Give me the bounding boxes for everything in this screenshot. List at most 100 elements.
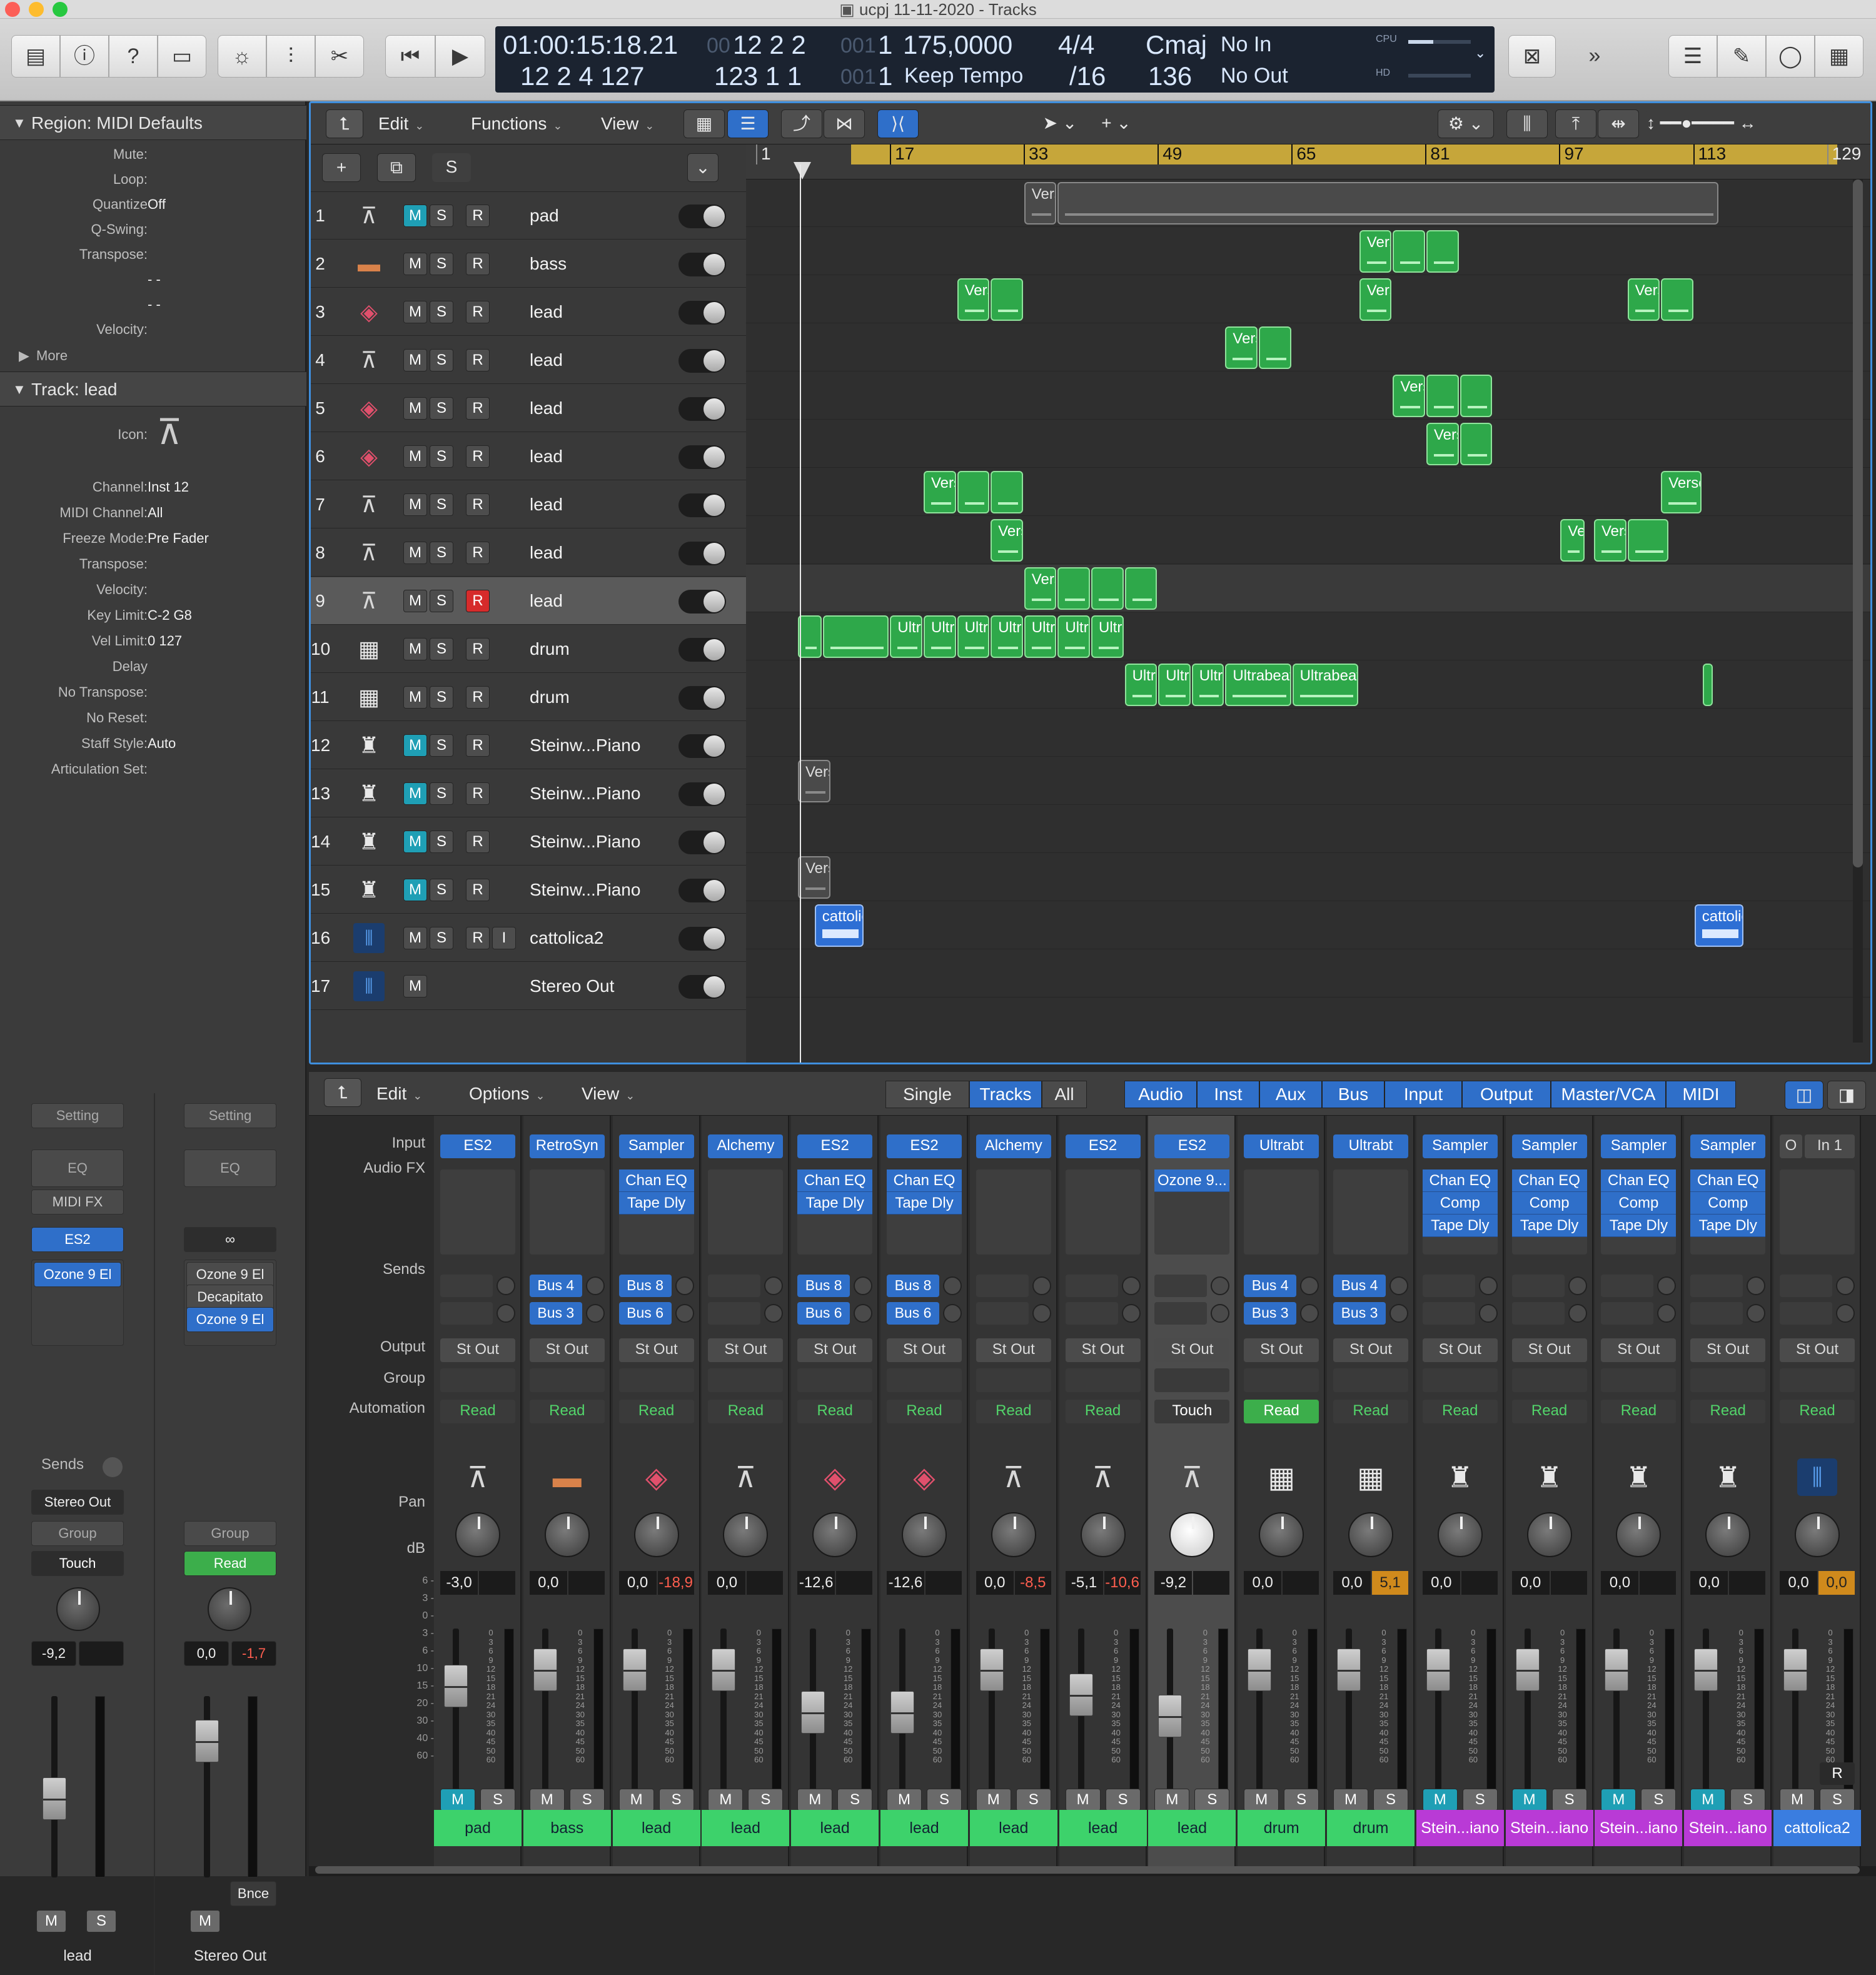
track-header-row[interactable]: 14 ♜ M S R Steinw...Piano — [311, 818, 746, 866]
send-slot[interactable]: Bus 3 — [1333, 1302, 1386, 1325]
track-name[interactable]: lead — [530, 336, 563, 384]
synth-icon[interactable]: ⊼ — [353, 201, 385, 231]
volume-db[interactable]: -12,6 — [797, 1571, 835, 1595]
play-button[interactable]: ▶ — [435, 35, 485, 78]
drum-machine-icon[interactable]: ▦ — [353, 682, 385, 712]
list-editors-close-button[interactable]: ⊠ — [1508, 35, 1556, 78]
output-slot[interactable]: St Out — [708, 1338, 784, 1362]
solo-button[interactable]: S — [1462, 1789, 1498, 1811]
group-slot[interactable] — [1065, 1368, 1141, 1392]
solo-button[interactable]: S — [1641, 1789, 1677, 1811]
volume-fader-track[interactable] — [1077, 1629, 1084, 1810]
automation-mode[interactable]: Read — [1690, 1400, 1766, 1423]
send-level-knob[interactable] — [1568, 1304, 1587, 1323]
track-name[interactable]: lead — [530, 385, 563, 432]
track-param-row[interactable]: Velocity: — [0, 578, 306, 602]
send-level-knob[interactable] — [943, 1276, 962, 1295]
mixer-button[interactable]: ⫶ — [266, 35, 315, 78]
midi-region[interactable] — [1124, 567, 1157, 610]
lcd-display[interactable]: 01:00:15:18.21 12 2 4 127 00 12 2 2 001 … — [495, 26, 1495, 93]
track-record-button[interactable]: R — [466, 879, 490, 901]
volume-fader[interactable] — [1337, 1649, 1361, 1691]
accordion-icon[interactable]: ◈ — [637, 1458, 677, 1496]
region-param-row[interactable]: Q-Swing: — [0, 218, 306, 241]
library-button[interactable]: ▤ — [11, 35, 60, 78]
audio-region[interactable]: cattolica1 — [1694, 904, 1744, 947]
send-slot[interactable] — [1422, 1275, 1475, 1297]
instrument-slot[interactable]: Alchemy — [708, 1134, 784, 1158]
track-on-off-toggle[interactable] — [678, 445, 726, 469]
volume-db[interactable]: -12,6 — [887, 1571, 924, 1595]
volume-db[interactable]: 0,0 — [1780, 1571, 1817, 1595]
lcd-key[interactable]: Cmaj — [1146, 30, 1207, 60]
group-slot[interactable] — [440, 1368, 515, 1392]
midi-region[interactable]: Verse — [1024, 182, 1057, 225]
more-disclosure[interactable]: ▶ More — [0, 344, 306, 368]
track-solo-button[interactable]: S — [430, 253, 453, 275]
send-level-knob[interactable] — [497, 1304, 515, 1323]
synth-icon[interactable]: ⊼ — [1172, 1458, 1212, 1496]
track-record-button[interactable]: R — [466, 205, 490, 227]
track-solo-button[interactable]: S — [430, 349, 453, 371]
wide-strips-icon[interactable]: ◨ — [1827, 1081, 1866, 1109]
sends-knob[interactable] — [103, 1457, 123, 1477]
track-header-row[interactable]: 12 ♜ M S R Steinw...Piano — [311, 722, 746, 769]
waveform-icon[interactable]: ⫼ — [353, 971, 385, 1001]
solo-button[interactable]: S — [1016, 1789, 1051, 1811]
setting-button[interactable]: Setting — [31, 1103, 124, 1128]
send-slot[interactable] — [1511, 1302, 1565, 1325]
send-level-knob[interactable] — [1747, 1304, 1766, 1323]
mute-button[interactable]: M — [1154, 1789, 1190, 1811]
midi-region[interactable]: Verse — [798, 856, 830, 899]
instrument-slot[interactable]: Alchemy — [976, 1134, 1051, 1158]
channel-name[interactable]: lead — [969, 1810, 1057, 1846]
lcd-tempo[interactable]: 175,0000 — [903, 30, 1012, 60]
instrument-slot[interactable]: ES2 — [31, 1227, 124, 1252]
volume-fader[interactable] — [622, 1649, 647, 1691]
bounce-button[interactable]: Bnce — [230, 1881, 276, 1906]
automation-mode[interactable]: Read — [440, 1400, 515, 1423]
mute-button[interactable]: M — [440, 1789, 475, 1811]
midi-region[interactable]: Verse — [1594, 519, 1626, 562]
link-icon[interactable]: ∞ — [184, 1227, 276, 1252]
mixer-mode-single[interactable]: Single — [885, 1081, 969, 1108]
solo-button[interactable]: S — [927, 1789, 962, 1811]
automation-icon[interactable]: ⤴ — [781, 109, 822, 138]
arrange-area[interactable]: 1 17 33 49 65 81 97 113 129 Verse Verse Verse Verse… — [746, 144, 1870, 1063]
midi-region[interactable] — [991, 278, 1023, 321]
midi-region[interactable]: Verse — [1661, 471, 1702, 513]
track-on-off-toggle[interactable] — [678, 253, 726, 276]
accordion-icon[interactable]: ◈ — [353, 442, 385, 472]
region-section-header[interactable]: ▼ Region: MIDI Defaults — [0, 105, 306, 140]
mixer-filter-midi[interactable]: MIDI — [1666, 1081, 1736, 1108]
synth-icon[interactable]: ⊼ — [725, 1458, 765, 1496]
send-level-knob[interactable] — [1836, 1276, 1855, 1295]
zoom-sliders[interactable]: ↕ ━━●━━━━ ↔ ━━●━━━━ — [1647, 109, 1834, 160]
mixer-options-menu[interactable]: Options ⌄ — [469, 1079, 545, 1108]
automation-mode[interactable]: Read — [708, 1400, 784, 1423]
send-level-knob[interactable] — [1300, 1304, 1319, 1323]
track-on-off-toggle[interactable] — [678, 205, 726, 228]
volume-fader[interactable] — [979, 1649, 1004, 1691]
channel-name[interactable]: cattolica2 — [1773, 1810, 1861, 1846]
track-lane[interactable] — [746, 468, 1870, 516]
track-solo-button[interactable]: S — [430, 445, 453, 468]
volume-fader[interactable] — [533, 1649, 558, 1691]
send-slot[interactable]: Bus 8 — [887, 1275, 939, 1297]
global-solo-button[interactable]: S — [432, 153, 471, 182]
instrument-slot[interactable]: Ultrabt — [1333, 1134, 1408, 1158]
vertical-scrollbar[interactable] — [1853, 179, 1863, 1043]
channel-name[interactable]: lead — [791, 1810, 879, 1846]
volume-fader[interactable] — [1783, 1649, 1808, 1691]
track-header-row[interactable]: 13 ♜ M S R Steinw...Piano — [311, 770, 746, 817]
duplicate-track-icon[interactable]: ⧉ — [377, 153, 416, 182]
volume-db[interactable]: -9,2 — [1154, 1571, 1193, 1595]
track-solo-button[interactable]: S — [430, 782, 453, 805]
track-record-button[interactable]: R — [466, 493, 490, 516]
audio-fx-slot[interactable]: Comp — [1422, 1192, 1498, 1215]
midi-region[interactable] — [1703, 664, 1713, 706]
output-slot[interactable]: St Out — [1511, 1338, 1587, 1362]
audio-fx-slot[interactable]: Ozone 9... — [1154, 1169, 1230, 1192]
instrument-slot[interactable]: ES2 — [1065, 1134, 1141, 1158]
mute-button[interactable]: M — [1333, 1789, 1368, 1811]
